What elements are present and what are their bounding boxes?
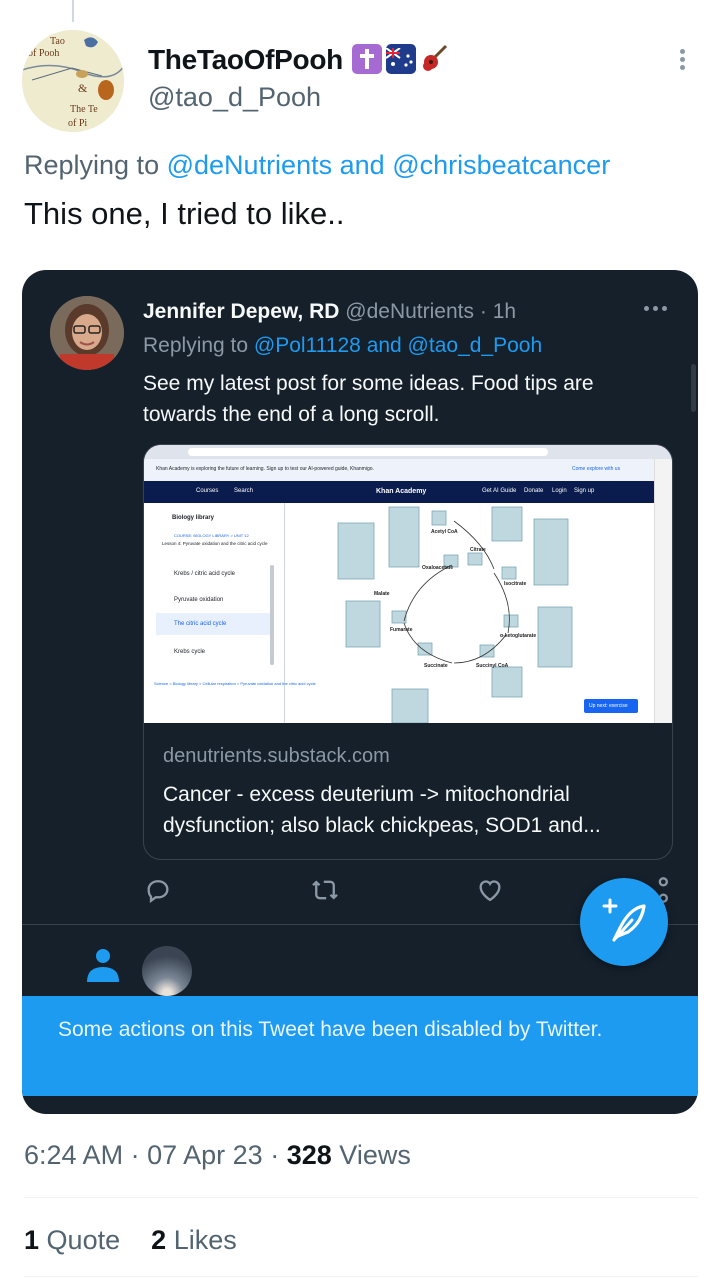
timestamp-separator-2: · (270, 1140, 280, 1170)
retweet-icon[interactable] (310, 876, 340, 909)
browser-tabbar (144, 445, 672, 459)
mention-denutrients-link[interactable]: @deNutrients (167, 150, 332, 180)
author-avatar[interactable]: Tao of Pooh & The Te of Pi (22, 30, 124, 132)
quoted-author-avatar[interactable] (50, 296, 124, 370)
tweet-date[interactable]: 07 Apr 23 (147, 1140, 263, 1170)
timestamp-separator: · (130, 1140, 140, 1170)
latin-cross-emoji-icon (352, 44, 382, 74)
author-display-name[interactable]: TheTaoOfPooh (148, 44, 343, 76)
screenshot-navbar: Courses Search Khan Academy Get AI Guide… (144, 481, 654, 503)
svg-text:Acetyl CoA: Acetyl CoA (431, 529, 458, 535)
user-avatar-small[interactable] (142, 946, 192, 996)
svg-text:The Te: The Te (70, 104, 98, 115)
svg-text:Isocitrate: Isocitrate (504, 581, 526, 587)
views-label: Views (339, 1140, 411, 1170)
likes-stat[interactable]: 2 Likes (151, 1225, 237, 1255)
like-icon[interactable] (476, 876, 504, 909)
guitar-emoji-icon (420, 44, 450, 74)
tweet-text: This one, I tried to like.. (24, 196, 345, 231)
svg-text:Citrate: Citrate (470, 547, 486, 553)
svg-text:of Pooh: of Pooh (28, 48, 59, 59)
engagement-stats: 1 Quote 2 Likes (24, 1225, 237, 1256)
link-preview-card[interactable]: Khan Academy is exploring the future of … (143, 444, 673, 860)
reply-icon[interactable] (144, 876, 172, 909)
views-count: 328 (286, 1140, 332, 1170)
svg-text:Fumarate: Fumarate (390, 627, 413, 633)
svg-text:Tao: Tao (50, 36, 65, 47)
thread-connector-line (72, 0, 74, 22)
mention-joiner: and (339, 150, 385, 180)
quoted-tweet-text: See my latest post for some ideas. Food … (143, 372, 594, 426)
replying-to-line: Replying to @deNutrients and @chrisbeatc… (24, 150, 610, 181)
svg-text:α-ketoglutarate: α-ketoglutarate (500, 633, 536, 639)
link-card-title: Cancer - excess deuterium -> mitochondri… (163, 783, 601, 837)
quoted-separator: · (479, 300, 487, 323)
screenshot-browser-sidebar (654, 459, 672, 723)
quoted-reply-mentions[interactable]: @Pol11128 and @tao_d_Pooh (254, 334, 542, 357)
svg-text:Oxaloacetate: Oxaloacetate (422, 565, 453, 571)
scrollbar-thumb[interactable] (691, 364, 696, 412)
quoted-tweet-card[interactable]: Jennifer Depew, RD @deNutrients · 1h Rep… (22, 270, 698, 1114)
screenshot-sidebar: Biology library COURSE: BIOLOGY LIBRARY … (144, 503, 316, 723)
author-handle[interactable]: @tao_d_Pooh (148, 82, 321, 113)
australia-flag-emoji-icon (386, 44, 416, 74)
svg-text:Malate: Malate (374, 591, 390, 597)
screenshot-next-button: Up next: exercise (584, 699, 638, 713)
quoted-author-handle[interactable]: @deNutrients (345, 300, 474, 323)
svg-text:&: & (78, 81, 88, 95)
screenshot-banner: Khan Academy is exploring the future of … (144, 459, 654, 481)
quoted-replying-line: Replying to @Pol11128 and @tao_d_Pooh (143, 334, 542, 358)
disabled-actions-notice: Some actions on this Tweet have been dis… (22, 996, 698, 1096)
svg-text:Succinyl CoA: Succinyl CoA (476, 663, 509, 669)
author-badges (352, 44, 450, 74)
link-card-domain: denutrients.substack.com (163, 745, 390, 767)
quoted-author-line[interactable]: Jennifer Depew, RD @deNutrients · 1h (143, 300, 516, 324)
citric-acid-cycle-diagram: Acetyl CoA Citrate Isocitrate Oxaloaceta… (337, 506, 573, 723)
mention-chrisbeatcancer-link[interactable]: @chrisbeatcancer (392, 150, 610, 180)
avatar-cover-image: Tao of Pooh & The Te of Pi (22, 30, 124, 132)
svg-text:of Pi: of Pi (68, 118, 87, 129)
feather-plus-icon (602, 898, 646, 942)
person-icon[interactable] (84, 946, 122, 989)
compose-tweet-button[interactable] (580, 878, 668, 966)
link-preview-image: Khan Academy is exploring the future of … (144, 445, 672, 723)
tweet-time[interactable]: 6:24 AM (24, 1140, 123, 1170)
notice-text: Some actions on this Tweet have been dis… (58, 1018, 603, 1041)
quoted-time[interactable]: 1h (493, 300, 516, 323)
divider-bottom (24, 1276, 698, 1277)
divider (24, 1197, 698, 1198)
quotes-stat[interactable]: 1 Quote (24, 1225, 120, 1255)
quoted-author-name[interactable]: Jennifer Depew, RD (143, 300, 339, 323)
more-options-icon[interactable] (672, 46, 692, 76)
quoted-replying-label: Replying to (143, 334, 249, 357)
replying-to-label: Replying to (24, 150, 160, 180)
tweet-timestamp: 6:24 AM · 07 Apr 23 · 328 Views (24, 1140, 411, 1171)
quoted-more-options-icon[interactable] (644, 306, 667, 311)
svg-text:Succinate: Succinate (424, 663, 448, 669)
